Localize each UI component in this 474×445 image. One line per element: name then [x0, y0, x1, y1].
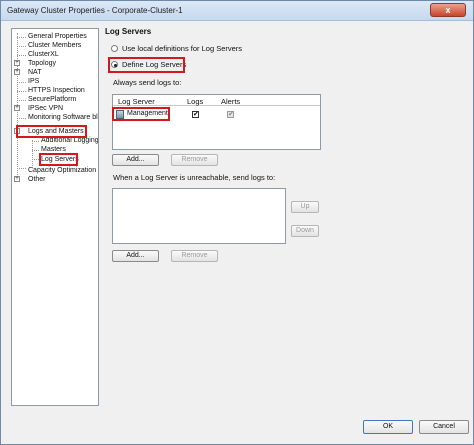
- properties-window: Gateway Cluster Properties - Corporate-C…: [0, 0, 474, 445]
- up-button[interactable]: Up: [291, 201, 319, 213]
- ok-button[interactable]: OK: [363, 420, 413, 434]
- expand-nat-icon[interactable]: +: [14, 69, 20, 75]
- highlight-log-servers: [39, 153, 78, 166]
- navigation-tree: General Properties Cluster Members Clust…: [11, 28, 99, 406]
- cancel-button[interactable]: Cancel: [419, 420, 469, 434]
- log-servers-table[interactable]: Log Server Logs Alerts Management ✔ ✔: [112, 94, 321, 150]
- title-bar[interactable]: Gateway Cluster Properties - Corporate-C…: [1, 1, 473, 21]
- column-logs[interactable]: Logs: [187, 97, 203, 106]
- table-header: Log Server Logs Alerts: [113, 95, 320, 106]
- down-button[interactable]: Down: [291, 225, 319, 237]
- highlight-management: [112, 107, 170, 121]
- dialog-footer: OK Cancel: [1, 413, 473, 444]
- tree-item-capacity-optimization[interactable]: Capacity Optimization: [28, 166, 96, 175]
- column-log-server[interactable]: Log Server: [118, 97, 155, 106]
- tree-line: [17, 100, 26, 101]
- backup-servers-list[interactable]: [112, 188, 286, 244]
- add-button[interactable]: Add...: [112, 154, 159, 166]
- expand-ipsec-vpn-icon[interactable]: +: [14, 105, 20, 111]
- remove-button[interactable]: Remove: [171, 154, 218, 166]
- tree-item-cluster-members[interactable]: Cluster Members: [28, 41, 81, 50]
- tree-item-general-properties[interactable]: General Properties: [28, 32, 87, 41]
- expand-other-icon[interactable]: +: [14, 176, 20, 182]
- section-title: Log Servers: [105, 27, 152, 36]
- close-button[interactable]: x: [430, 3, 466, 17]
- window-title: Gateway Cluster Properties - Corporate-C…: [7, 6, 183, 15]
- unreachable-label: When a Log Server is unreachable, send l…: [113, 173, 276, 182]
- tree-item-https-inspection[interactable]: HTTPS Inspection: [28, 86, 85, 95]
- tree-line: [32, 140, 33, 168]
- tree-item-topology[interactable]: Topology: [28, 59, 56, 68]
- tree-line: [17, 37, 26, 38]
- highlight-define-log-servers: [108, 57, 185, 73]
- add-button-2[interactable]: Add...: [112, 250, 159, 262]
- tree-line: [17, 55, 26, 56]
- tree-item-nat[interactable]: NAT: [28, 68, 41, 77]
- tree-line: [32, 150, 39, 151]
- tree-line: [17, 118, 26, 119]
- tree-line: [17, 91, 26, 92]
- tree-line: [17, 46, 26, 47]
- tree-item-other[interactable]: Other: [28, 175, 46, 184]
- remove-button-2[interactable]: Remove: [171, 250, 218, 262]
- highlight-logs-and-masters: [16, 125, 87, 138]
- tree-line: [17, 168, 26, 169]
- tree-item-secureplatform[interactable]: SecurePlatform: [28, 95, 76, 104]
- alerts-checkbox[interactable]: ✔: [227, 111, 234, 118]
- radio-icon[interactable]: [111, 45, 118, 52]
- tree-item-ipsec-vpn[interactable]: IPSec VPN: [28, 104, 63, 113]
- log-servers-panel: Log Servers Use local definitions for Lo…: [101, 23, 473, 413]
- tree-item-clusterxl[interactable]: ClusterXL: [28, 50, 59, 59]
- tree-line: [32, 159, 39, 160]
- radio-local-definitions[interactable]: Use local definitions for Log Servers: [111, 44, 242, 54]
- radio-local-label: Use local definitions for Log Servers: [122, 44, 243, 53]
- tree-line: [32, 141, 39, 142]
- logs-checkbox[interactable]: ✔: [192, 111, 199, 118]
- always-send-label: Always send logs to:: [113, 78, 182, 87]
- expand-topology-icon[interactable]: +: [14, 60, 20, 66]
- tree-item-monitoring-software[interactable]: Monitoring Software bla: [28, 113, 98, 122]
- tree-item-ips[interactable]: IPS: [28, 77, 39, 86]
- column-alerts[interactable]: Alerts: [221, 97, 240, 106]
- tree-line: [17, 82, 26, 83]
